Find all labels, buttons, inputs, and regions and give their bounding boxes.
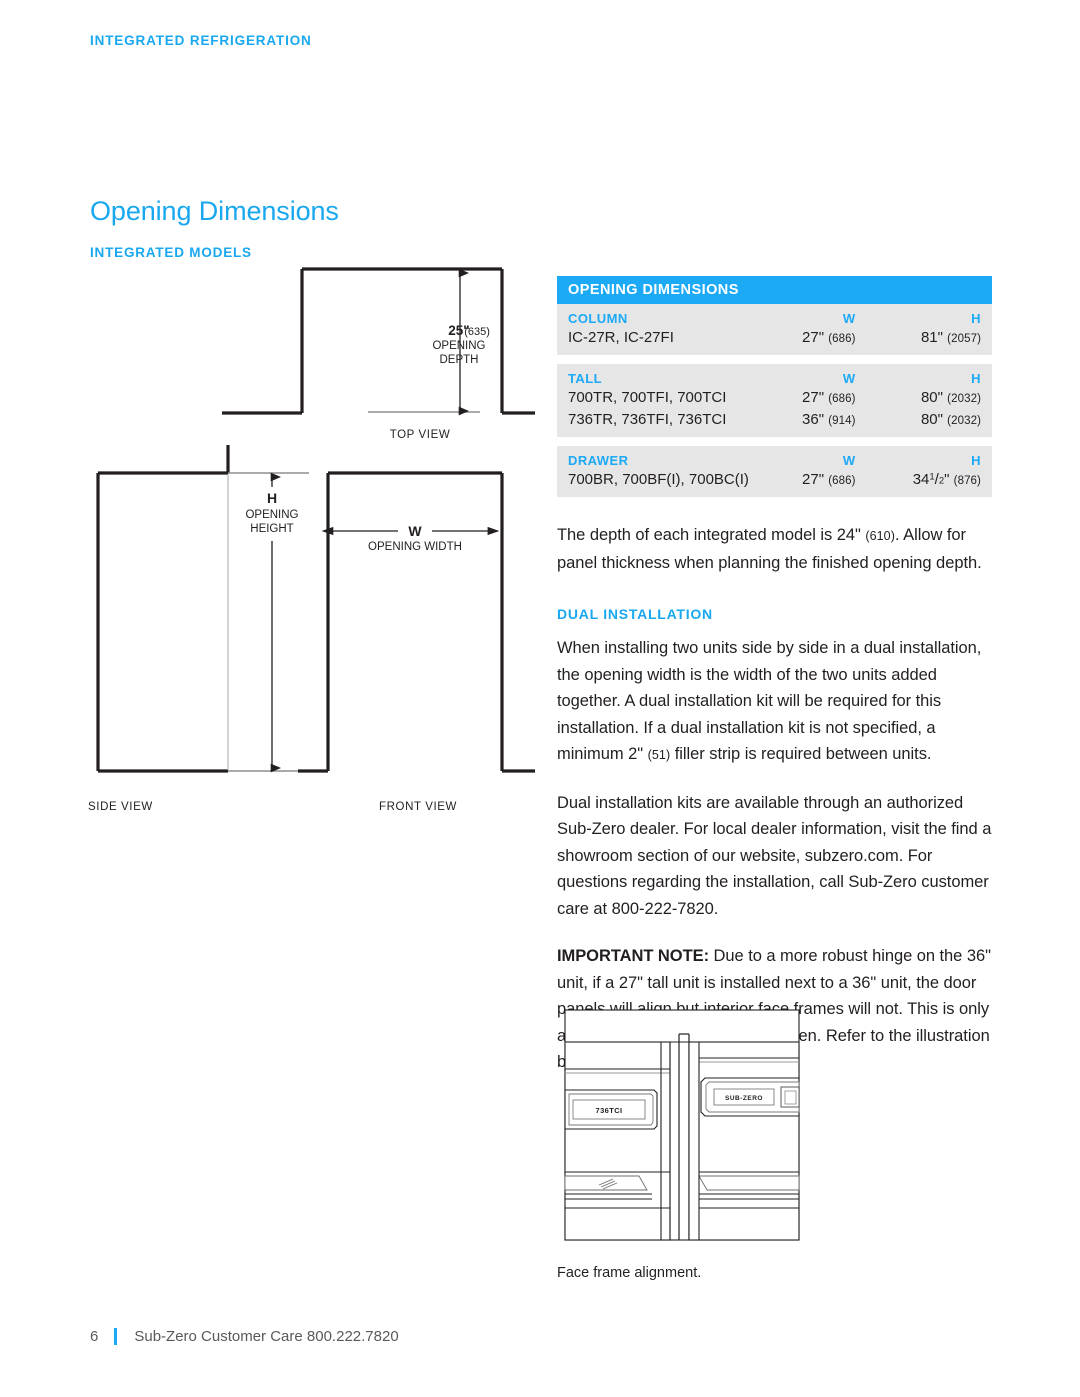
opening-dimensions-table: OPENING DIMENSIONS COLUMN W H IC-27R, IC… [557,276,992,497]
paragraph-dual-1: When installing two units side by side i… [557,635,992,769]
illustration-caption: Face frame alignment. [557,1265,702,1281]
cell-height-mm: (2057) [947,333,981,345]
side-view-dim-line1: OPENING [245,509,298,521]
front-view-drawing: W OPENING WIDTH FRONT VIEW [298,471,535,813]
cell-width-mm: (686) [828,393,856,405]
technical-drawings-group: 25" (635) OPENING DEPTH TOP VIEW H OPENI… [80,265,535,965]
table-group-header-tall: TALL W H [557,364,992,387]
table-row: 700BR, 700BF(I), 700BC(I) 27" (686) 341/… [557,469,992,497]
drawings-svg: 25" (635) OPENING DEPTH TOP VIEW H OPENI… [88,267,535,813]
dual-para1-part2: filler strip is required between units. [670,745,932,763]
table-row: 736TR, 736TFI, 736TCI 36" (914) 80" (203… [557,409,992,437]
front-view-dim-letter: W [408,523,422,539]
cell-height-inch: 80" [920,389,943,406]
table-group-header-drawer: DRAWER W H [557,446,992,469]
cell-width-mm: (686) [828,333,856,345]
cell-height-inch: 81" [920,329,943,346]
running-head: INTEGRATED REFRIGERATION [90,33,312,48]
cell-height: 341/2" (876) [887,469,992,497]
side-view-dim-letter: H [267,490,277,506]
body-copy: The depth of each integrated model is 24… [557,522,992,1076]
cell-width: 27" (686) [783,327,888,355]
important-note-label: IMPORTANT NOTE: [557,947,710,965]
top-view-label: TOP VIEW [390,429,451,441]
document-page: INTEGRATED REFRIGERATION Opening Dimensi… [0,0,1080,1397]
cell-width-mm: (914) [828,415,856,427]
cell-width: 27" (686) [783,469,888,497]
group-h-header-tall: H [887,364,992,387]
footer-divider [114,1328,118,1345]
side-view-dim-line2: HEIGHT [250,523,293,535]
paragraph-depth-note: The depth of each integrated model is 24… [557,522,992,576]
cell-height-mm: (2032) [947,415,981,427]
table-title-row: OPENING DIMENSIONS [557,276,992,304]
sub-heading-integrated-models: INTEGRATED MODELS [90,245,252,260]
page-title: Opening Dimensions [90,196,339,226]
cell-height-inch: 80" [920,411,943,428]
cell-model: 700BR, 700BF(I), 700BC(I) [557,469,784,497]
cell-height-whole: 34 [912,471,930,488]
heading-dual-installation: DUAL INSTALLATION [557,606,713,622]
cell-width: 36" (914) [783,409,888,437]
page-number: 6 [90,1328,99,1345]
cell-height-numerator: 1 [929,471,935,483]
cell-width-mm: (686) [828,475,856,487]
face-frame-illustration-wrap: 736TCI SUB-ZERO Face frame alignment. [557,1008,857,1281]
cell-width-inch: 27" [802,471,825,488]
depth-note-mm: (610) [865,529,895,543]
right-content-column: OPENING DIMENSIONS COLUMN W H IC-27R, IC… [557,276,992,1097]
front-view-dim-line1: OPENING WIDTH [368,541,462,553]
group-name-column: COLUMN [557,304,784,327]
cell-model: IC-27R, IC-27FI [557,327,784,355]
cell-height-mm: (876) [953,475,981,487]
top-view-dim-line2: DEPTH [440,354,479,366]
table-title: OPENING DIMENSIONS [557,276,992,304]
cell-height: 80" (2032) [887,387,992,409]
page-footer: 6 Sub-Zero Customer Care 800.222.7820 [90,1328,399,1345]
cell-width-inch: 27" [802,389,825,406]
table-row: 700TR, 700TFI, 700TCI 27" (686) 80" (203… [557,387,992,409]
group-h-header-drawer: H [887,446,992,469]
cell-height: 80" (2032) [887,409,992,437]
top-view-drawing: 25" (635) OPENING DEPTH TOP VIEW [222,267,535,441]
side-view-drawing: H OPENING HEIGHT SIDE VIEW [88,445,309,813]
group-w-header-drawer: W [783,446,888,469]
left-unit-badge-text: 736TCI [596,1106,623,1115]
right-unit-27in [688,1041,800,1241]
cell-width: 27" (686) [783,387,888,409]
cell-width-inch: 27" [802,329,825,346]
table-group-gap [557,355,992,364]
face-frame-illustration: 736TCI SUB-ZERO [564,1009,800,1241]
front-view-label: FRONT VIEW [379,801,457,813]
cell-height: 81" (2057) [887,327,992,355]
table-group-gap [557,437,992,446]
cell-height-unit: " [944,471,950,488]
cell-model: 736TR, 736TFI, 736TCI [557,409,784,437]
group-w-header-column: W [783,304,888,327]
top-view-dim-mm: (635) [462,326,490,338]
depth-note-part1: The depth of each integrated model is 24… [557,526,861,544]
dual-para1-mm: (51) [647,748,671,762]
cell-model: 700TR, 700TFI, 700TCI [557,387,784,409]
table-group-header-column: COLUMN W H [557,304,992,327]
side-view-label: SIDE VIEW [88,801,153,813]
left-unit-36in [564,1041,671,1241]
group-name-drawer: DRAWER [557,446,784,469]
paragraph-dual-2: Dual installation kits are available thr… [557,793,992,918]
cell-height-mm: (2032) [947,393,981,405]
top-view-dim-line1: OPENING [432,340,485,352]
group-w-header-tall: W [783,364,888,387]
right-unit-badge-text: SUB-ZERO [725,1095,763,1102]
group-name-tall: TALL [557,364,784,387]
cell-width-inch: 36" [802,411,825,428]
footer-text: Sub-Zero Customer Care 800.222.7820 [134,1328,399,1345]
group-h-header-column: H [887,304,992,327]
table-row: IC-27R, IC-27FI 27" (686) 81" (2057) [557,327,992,355]
